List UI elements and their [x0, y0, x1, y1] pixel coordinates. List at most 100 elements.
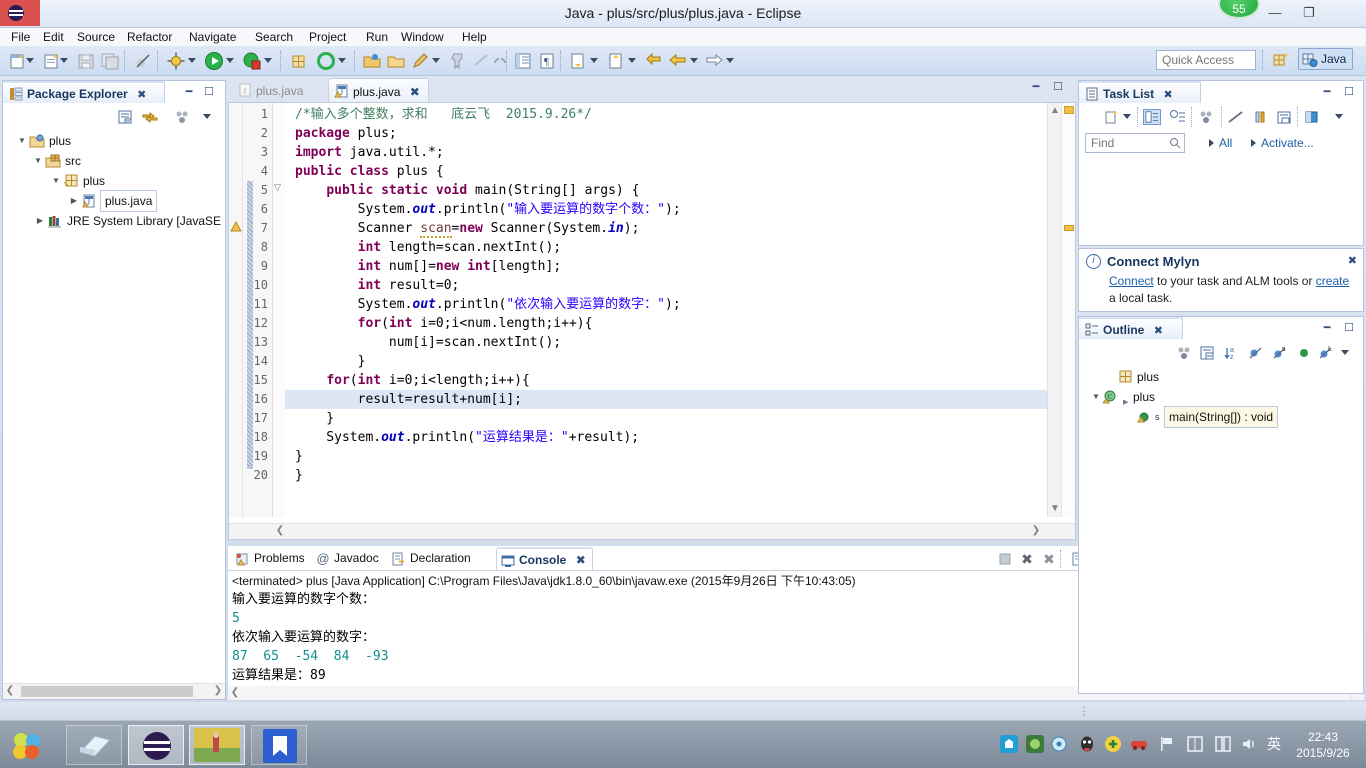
menu-edit[interactable]: Edit	[38, 29, 69, 45]
tab-problems[interactable]: Problems	[232, 547, 311, 570]
fold-collapse-icon[interactable]: ▽	[274, 182, 281, 193]
synchronize-changed-icon[interactable]	[1251, 109, 1269, 125]
tab-declaration[interactable]: Declaration	[388, 547, 477, 570]
new-java-package-icon[interactable]	[290, 51, 310, 71]
tray-ime-box-icon[interactable]	[1186, 735, 1204, 753]
external-tools-icon[interactable]	[242, 51, 262, 71]
hide-static-icon[interactable]: s	[1271, 345, 1289, 361]
new-task-icon[interactable]	[1103, 109, 1121, 125]
outline-item-class[interactable]: ▼ C ▶ plus	[1079, 387, 1363, 407]
minimize-icon[interactable]: ━	[1028, 80, 1044, 94]
hide-local-types-icon[interactable]: L	[1317, 345, 1335, 361]
warning-overview-marker-2[interactable]	[1064, 225, 1074, 231]
focus-on-workweek-icon[interactable]	[1197, 109, 1215, 125]
scroll-right-icon[interactable]: ❯	[1029, 524, 1043, 538]
new-java-file-dropdown-icon[interactable]	[60, 58, 68, 64]
debug-dropdown-icon[interactable]	[188, 58, 196, 64]
paragraph-icon[interactable]: ¶	[537, 51, 557, 71]
sort-icon[interactable]: a z	[1223, 345, 1241, 361]
run-dropdown-icon[interactable]	[226, 58, 234, 64]
tray-nvidia-icon[interactable]	[1026, 735, 1044, 753]
view-menu-icon[interactable]	[1335, 114, 1343, 120]
collapse-all-icon[interactable]	[1199, 345, 1217, 361]
taskbar-clock[interactable]: 22:43 2015/9/26	[1286, 729, 1360, 761]
tree-item-plus-project[interactable]: ▼ plus	[3, 131, 225, 151]
outline-item-method-main[interactable]: s main(String[]) : void	[1079, 406, 1363, 428]
back-icon[interactable]	[668, 51, 688, 71]
toggle-breakpoint-icon[interactable]	[133, 51, 153, 71]
tray-ime-lang-icon[interactable]: 英	[1264, 735, 1284, 753]
expand-arrow-icon[interactable]: ▼	[17, 131, 27, 151]
open-type-dropdown-icon[interactable]	[338, 58, 346, 64]
tray-app-icon[interactable]	[1000, 735, 1018, 753]
scroll-left-icon[interactable]: ❮	[3, 684, 17, 698]
collapse-all-icon[interactable]	[117, 109, 135, 125]
focus-on-active-task-icon[interactable]	[173, 109, 191, 125]
warning-marker-icon[interactable]	[229, 220, 243, 234]
open-folder-icon[interactable]	[386, 51, 406, 71]
external-tools-dropdown-icon[interactable]	[264, 58, 272, 64]
quick-access-input[interactable]	[1156, 50, 1256, 70]
previous-annotation-icon[interactable]	[606, 51, 626, 71]
menu-window[interactable]: Window	[396, 29, 449, 45]
open-perspective-icon[interactable]	[1272, 51, 1290, 69]
tab-console[interactable]: Console ✖	[496, 547, 593, 570]
taskbar-wps[interactable]	[251, 725, 307, 765]
minimize-button[interactable]: —	[1258, 0, 1292, 26]
connect-link[interactable]: Connect	[1109, 274, 1154, 288]
next-annotation-dropdown-icon[interactable]	[590, 58, 598, 64]
warning-overview-marker[interactable]	[1064, 106, 1074, 114]
tree-item-jre-system-library[interactable]: ▶ JRE System Library [JavaSE	[3, 211, 225, 231]
menu-file[interactable]: File	[6, 29, 35, 45]
tree-item-plus-java[interactable]: ▶ J plus.java	[3, 190, 225, 212]
expand-arrow-icon[interactable]: ▼	[51, 171, 61, 191]
hide-non-public-icon[interactable]	[1295, 345, 1313, 361]
taskbar-notepad[interactable]	[66, 725, 122, 765]
new-wizard-dropdown-icon[interactable]	[26, 58, 34, 64]
outline-tab[interactable]: Outline ✖	[1079, 317, 1183, 339]
tray-car-icon[interactable]	[1130, 735, 1148, 753]
taskbar-photo[interactable]	[189, 725, 245, 765]
sash-handle[interactable]: ⋮	[1078, 704, 1090, 718]
scroll-thumb[interactable]	[21, 686, 193, 697]
task-repositories-icon[interactable]	[1303, 109, 1321, 125]
forward-icon[interactable]	[704, 51, 724, 71]
maximize-icon[interactable]: ☐	[1341, 321, 1357, 335]
tray-volume-icon[interactable]	[1240, 735, 1258, 753]
collapse-arrow-icon[interactable]: ▶	[35, 211, 45, 231]
close-icon[interactable]: ✖	[410, 85, 420, 99]
package-explorer-hscrollbar[interactable]: ❮ ❯	[3, 683, 225, 699]
tray-360-icon[interactable]	[1104, 735, 1122, 753]
close-icon[interactable]: ✖	[1348, 254, 1357, 267]
next-annotation-icon[interactable]	[568, 51, 588, 71]
perspective-java-button[interactable]: Java	[1298, 48, 1354, 70]
maximize-button[interactable]: ❐	[1292, 0, 1326, 26]
run-icon[interactable]	[204, 51, 224, 71]
mylyn-dropdown-icon[interactable]	[432, 58, 440, 64]
collapse-all-icon[interactable]	[1227, 109, 1245, 125]
tray-qq-icon[interactable]	[1078, 735, 1096, 753]
package-explorer-tab[interactable]: Package Explorer ✖	[3, 81, 165, 103]
close-icon[interactable]: ✖	[1154, 322, 1163, 340]
menu-help[interactable]: Help	[457, 29, 492, 45]
scroll-left-icon[interactable]: ❮	[228, 686, 242, 700]
hide-fields-icon[interactable]	[1247, 345, 1265, 361]
tab-javadoc[interactable]: @ Javadoc	[312, 547, 385, 570]
collapse-arrow-icon[interactable]: ▶	[69, 191, 79, 211]
open-task-icon[interactable]	[362, 51, 382, 71]
tree-item-src[interactable]: ▼ src	[3, 151, 225, 171]
back-dropdown-icon[interactable]	[690, 58, 698, 64]
tray-flag-icon[interactable]	[1158, 735, 1176, 753]
restore-task-list-icon[interactable]	[1275, 109, 1293, 125]
menu-project[interactable]: Project	[304, 29, 351, 45]
close-icon[interactable]: ✖	[1163, 86, 1172, 104]
view-menu-icon[interactable]	[203, 114, 211, 120]
scheduled-presentation-icon[interactable]	[1169, 109, 1187, 125]
scroll-up-icon[interactable]: ▲	[1048, 104, 1062, 118]
editor-body[interactable]: 1 2 3 4 5 6 7 8 9 10 11 12 13 14 15 16 1…	[228, 102, 1076, 540]
minimize-icon[interactable]: ━	[1319, 85, 1335, 99]
editor-tab-plus-java-active[interactable]: J plus.java ✖	[328, 78, 429, 102]
taskbar-eclipse[interactable]	[128, 725, 184, 765]
editor-folding-ruler[interactable]: ▽	[273, 103, 285, 517]
all-expand-icon[interactable]	[1209, 139, 1214, 147]
